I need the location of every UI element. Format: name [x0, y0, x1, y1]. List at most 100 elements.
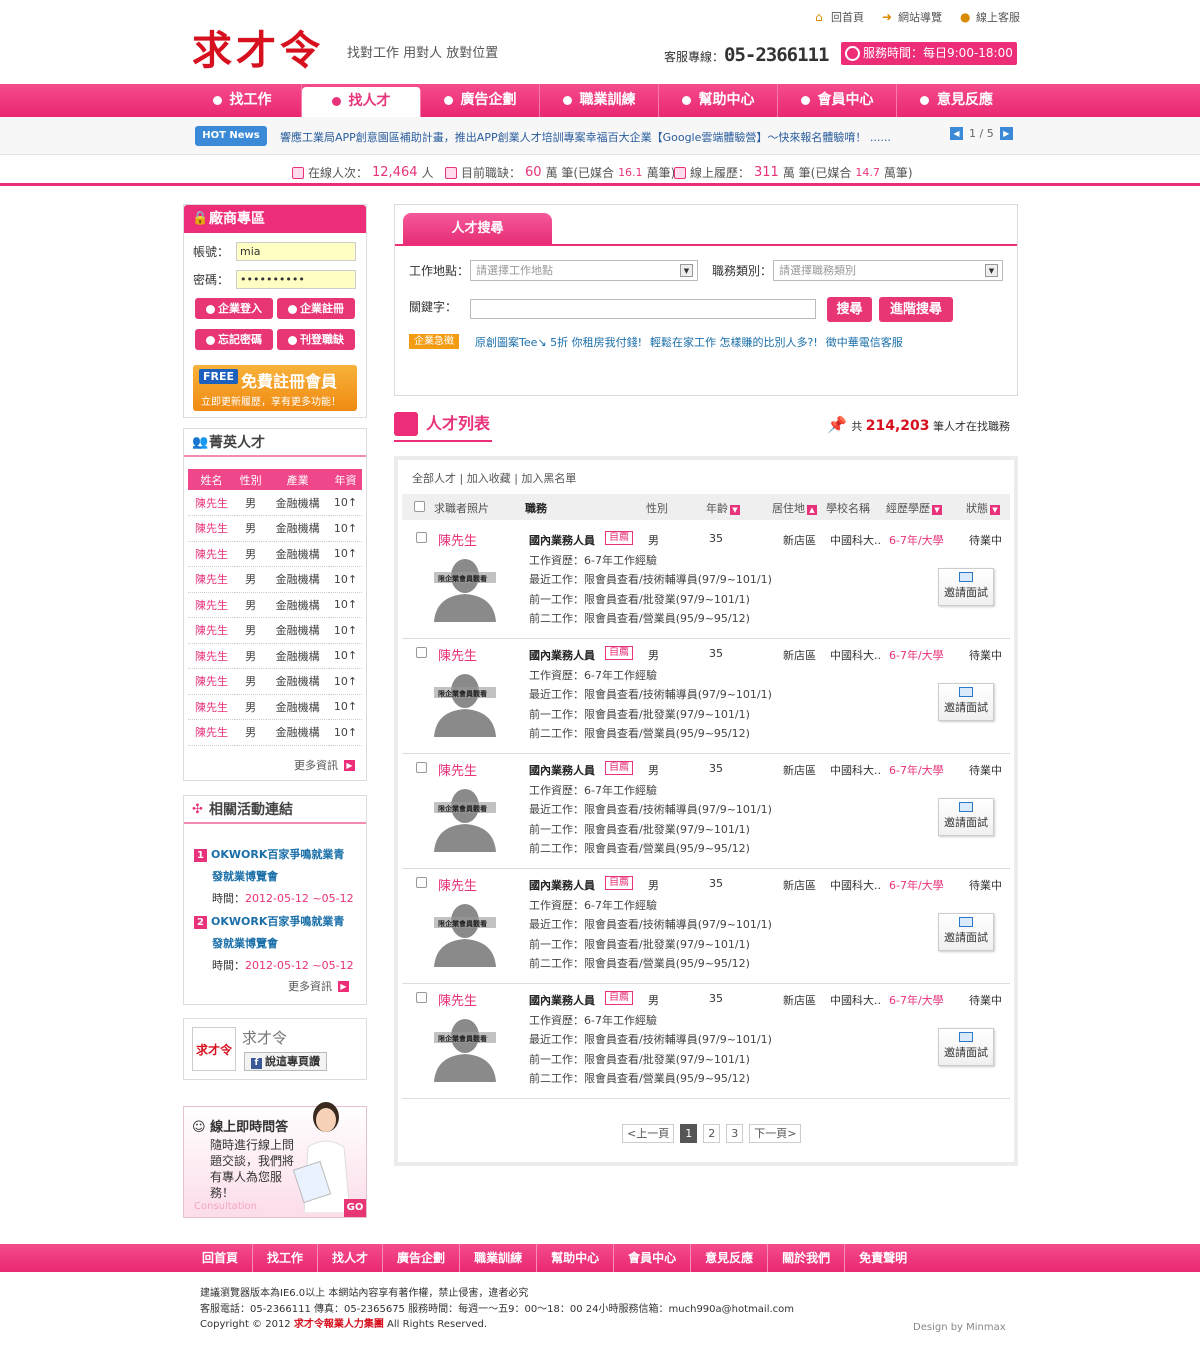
home-link[interactable]: ⌂ 回首頁 [815, 9, 864, 25]
search-button[interactable]: 搜尋 [827, 297, 872, 322]
company-register-button[interactable]: 企業註冊 [277, 298, 355, 319]
page-2-button[interactable]: 2 [703, 1124, 721, 1143]
prev-arrow-icon[interactable]: ◀ [950, 127, 963, 140]
next-page-button[interactable]: 下一頁> [749, 1124, 802, 1143]
sitemap-link[interactable]: ➜ 網站導覽 [882, 9, 942, 25]
list-options[interactable]: 全部人才 | 加入收藏 | 加入黑名單 [412, 470, 576, 486]
talent-list-row[interactable]: 陳先生 限企業會員觀看 國內業務人員 自薦 男 35 新店區 中國科大.. 6-7年/大學 待業中… [402, 869, 1010, 984]
talent-more-link[interactable]: 更多資訊 ▶ [294, 757, 355, 773]
talent-row[interactable]: 陳先生男金融機構 10↑ [188, 694, 362, 720]
nav-feedback[interactable]: 意見反應 [897, 84, 1016, 117]
footer-nav-item[interactable]: 廣告企劃 [383, 1244, 461, 1272]
nav-training[interactable]: 職業訓練 [540, 84, 659, 117]
forgot-password-button[interactable]: 忘記密碼 [195, 329, 273, 350]
chevron-down-icon: ▼ [985, 264, 998, 277]
col-experience[interactable]: 經歷學歷 ▼ [886, 500, 942, 516]
online-service-link[interactable]: ● 線上客服 [960, 9, 1020, 25]
invite-interview-button[interactable]: 邀請面試 [938, 1028, 994, 1066]
keyword-input[interactable] [470, 299, 816, 319]
nav-find-talent[interactable]: 找人才 [302, 87, 421, 117]
footer-nav-item[interactable]: 職業訓練 [460, 1244, 538, 1272]
activity-item[interactable]: 1 OKWORK百家爭鳴就業青 發就業博覽會 時間：2012-05-12 ~05-… [194, 846, 354, 906]
nav-find-job[interactable]: 找工作 [183, 84, 302, 117]
nav-advertising[interactable]: 廣告企劃 [421, 84, 540, 117]
talent-row[interactable]: 陳先生男金融機構 10↑ [188, 490, 362, 516]
facebook-page-name[interactable]: 求才令 [242, 1027, 287, 1048]
invite-interview-button[interactable]: 邀請面試 [938, 913, 994, 951]
talent-row[interactable]: 陳先生男金融機構 10↑ [188, 617, 362, 644]
talent-row[interactable]: 陳先生男金融機構 10↑ [188, 541, 362, 567]
invite-interview-button[interactable]: 邀請面試 [938, 568, 994, 606]
arrow-right-icon: ▶ [338, 980, 349, 992]
page-3-button[interactable]: 3 [726, 1124, 744, 1143]
page-1-button[interactable]: 1 [680, 1124, 698, 1143]
urgent-link[interactable]: 徵中華電信客服 [826, 334, 903, 350]
candidate-sex: 男 [648, 764, 659, 777]
account-input[interactable]: mia [236, 242, 356, 261]
location-label: 工作地點： [409, 264, 470, 278]
talent-row[interactable]: 陳先生男金融機構 10↑ [188, 515, 362, 542]
prev-page-button[interactable]: <上一頁 [622, 1124, 675, 1143]
footer-nav-item[interactable]: 找工作 [253, 1244, 319, 1272]
col-status[interactable]: 狀態 ▼ [966, 500, 1000, 516]
activity-time: 時間：2012-05-12 ~05-12 [194, 890, 354, 906]
company-login-button[interactable]: 企業登入 [195, 298, 273, 319]
row-checkbox[interactable] [416, 532, 427, 543]
col-age[interactable]: 年齡 ▼ [706, 500, 740, 516]
free-register-banner[interactable]: FREE 免費註冊會員 立即更新履歷，享有更多功能！ [193, 365, 357, 411]
copyright-brand: 求才令報業人力集團 [293, 1319, 384, 1330]
talent-list-row[interactable]: 陳先生 限企業會員觀看 國內業務人員 自薦 男 35 新店區 中國科大.. 6-7年/大學 待業中… [402, 984, 1010, 1099]
candidate-name[interactable]: 陳先生 [438, 760, 477, 779]
footer-nav-item[interactable]: 幫助中心 [537, 1244, 615, 1272]
activity-item[interactable]: 2 OKWORK百家爭鳴就業青 發就業博覽會 時間：2012-05-12 ~05-… [194, 913, 354, 973]
candidate-name[interactable]: 陳先生 [438, 645, 477, 664]
footer-nav-item[interactable]: 找人才 [318, 1244, 384, 1272]
nav-help[interactable]: 幫助中心 [659, 84, 778, 117]
facebook-like-button[interactable]: f 說這專頁讚 [244, 1052, 327, 1071]
talent-row[interactable]: 陳先生男金融機構 10↑ [188, 719, 362, 746]
company-login-box: 🔒 廠商專區 帳號： mia 密碼： •••••••••• 企業登入 企業註冊 忘… [183, 204, 367, 418]
footer-nav-item[interactable]: 會員中心 [614, 1244, 692, 1272]
footer-nav-item[interactable]: 關於我們 [768, 1244, 846, 1272]
footer-nav-item[interactable]: 回首頁 [200, 1244, 254, 1272]
urgent-link[interactable]: 原創圖案Tee↘ 5折 你租房我付錢! [475, 334, 642, 350]
talent-list-row[interactable]: 陳先生 限企業會員觀看 國內業務人員 自薦 男 35 新店區 中國科大.. 6-7年/大學 待業中… [402, 524, 1010, 639]
tab-talent-search[interactable]: 人才搜尋 [403, 213, 552, 245]
col-area[interactable]: 居住地 ▲ [772, 500, 817, 516]
category-select[interactable]: 請選擇職務類別 ▼ [773, 260, 1003, 281]
talent-row[interactable]: 陳先生男金融機構 10↑ [188, 643, 362, 669]
row-checkbox[interactable] [416, 647, 427, 658]
password-input[interactable]: •••••••••• [236, 270, 356, 289]
facebook-page-logo[interactable]: 求才令 [192, 1027, 236, 1071]
site-logo[interactable]: 求才令 [192, 18, 324, 76]
advanced-search-button[interactable]: 進階搜尋 [879, 297, 953, 322]
candidate-name[interactable]: 陳先生 [438, 875, 477, 894]
footer-nav-item[interactable]: 意見反應 [691, 1244, 769, 1272]
row-checkbox[interactable] [416, 992, 427, 1003]
select-all-checkbox[interactable] [414, 501, 425, 512]
talent-seniority: 10↑ [328, 643, 362, 669]
online-consult-banner[interactable]: ☺ 線上即時問答 隨時進行線上問題交談，我們將有專人為您服務！ Consulta… [183, 1102, 367, 1218]
post-job-button[interactable]: 刊登職缺 [277, 329, 355, 350]
consult-go-button[interactable]: GO [344, 1199, 366, 1217]
talent-list-row[interactable]: 陳先生 限企業會員觀看 國內業務人員 自薦 男 35 新店區 中國科大.. 6-7年/大學 待業中… [402, 639, 1010, 754]
urgent-link[interactable]: 輕鬆在家工作 怎樣賺的比別人多?! [650, 334, 818, 350]
location-select[interactable]: 請選擇工作地點 ▼ [470, 260, 698, 281]
activities-more-link[interactable]: 更多資訊 ▶ [288, 978, 349, 994]
free-banner-title: 免費註冊會員 [241, 372, 338, 391]
hot-news-text[interactable]: 響應工業局APP創意園區補助計畫，推出APP創業人才培訓專案幸福百大企業【Goo… [280, 129, 910, 145]
invite-interview-button[interactable]: 邀請面試 [938, 683, 994, 721]
candidate-name[interactable]: 陳先生 [438, 530, 477, 549]
nav-member[interactable]: 會員中心 [778, 84, 897, 117]
service-time-text: 服務時間：每日9:00-18:00 [863, 46, 1013, 60]
invite-interview-button[interactable]: 邀請面試 [938, 798, 994, 836]
footer-nav-item[interactable]: 免責聲明 [845, 1244, 921, 1272]
talent-row[interactable]: 陳先生男金融機構 10↑ [188, 668, 362, 695]
talent-list-row[interactable]: 陳先生 限企業會員觀看 國內業務人員 自薦 男 35 新店區 中國科大.. 6-7年/大學 待業中… [402, 754, 1010, 869]
next-arrow-icon[interactable]: ▶ [999, 127, 1013, 140]
talent-row[interactable]: 陳先生男金融機構 10↑ [188, 566, 362, 593]
candidate-name[interactable]: 陳先生 [438, 990, 477, 1009]
row-checkbox[interactable] [416, 877, 427, 888]
talent-row[interactable]: 陳先生男金融機構 10↑ [188, 592, 362, 618]
row-checkbox[interactable] [416, 762, 427, 773]
